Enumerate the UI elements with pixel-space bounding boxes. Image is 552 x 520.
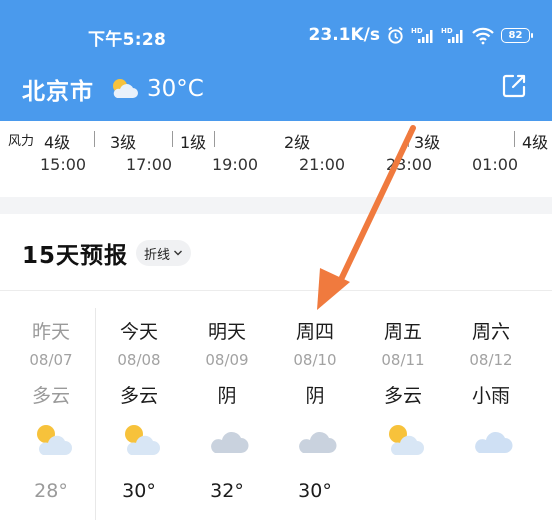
wind-divider <box>172 131 173 147</box>
view-toggle-label: 折线 <box>144 247 171 263</box>
wifi-icon <box>472 27 494 44</box>
day-name: 周六 <box>471 321 510 343</box>
day-name: 昨天 <box>31 321 70 343</box>
partly-cloudy-icon <box>389 425 424 455</box>
wind-divider <box>514 131 515 147</box>
day-name: 明天 <box>207 321 246 343</box>
current-temperature: 30°C <box>147 76 204 102</box>
overcast-icon <box>299 431 337 453</box>
wind-label: 风力 <box>8 134 35 149</box>
day-name: 周四 <box>295 321 334 343</box>
partly-cloudy-icon <box>113 79 138 98</box>
partly-cloudy-icon <box>37 425 72 455</box>
status-bar-right: 23.1K/s HD HD 82 <box>308 25 533 45</box>
hd-signal-icon: HD <box>411 27 433 43</box>
wind-level: 1级 <box>180 133 207 152</box>
day-name: 今天 <box>119 321 158 343</box>
hd-signal-icon: HD <box>441 27 463 43</box>
network-speed: 23.1K/s <box>308 25 380 45</box>
partly-cloudy-icon <box>125 425 160 455</box>
day-condition: 多云 <box>383 385 422 407</box>
wind-level: 3级 <box>110 133 137 152</box>
overcast-icon <box>211 431 249 453</box>
share-icon[interactable] <box>500 72 528 100</box>
forecast-divider <box>0 290 552 291</box>
city-name[interactable]: 北京市 <box>22 72 94 106</box>
chevron-down-icon <box>174 250 183 256</box>
wind-level: 2级 <box>284 133 311 152</box>
app-header: 下午5:28 23.1K/s HD HD 82 北京市 30°C <box>0 0 552 121</box>
wind-level: 4级 <box>522 133 549 152</box>
wind-level: 3级 <box>414 133 441 152</box>
forecast-title: 15天预报 <box>22 243 129 269</box>
alarm-icon <box>388 26 403 44</box>
hourly-forecast-strip[interactable]: 风力 4级 3级 1级 2级 3级 4级 15:00 17:00 19:00 2… <box>0 121 552 197</box>
forecast-day-5[interactable]: 周六 08/12 小雨 <box>447 292 535 520</box>
view-toggle-button[interactable]: 折线 <box>136 240 192 266</box>
wind-divider <box>214 131 215 147</box>
hour-label: 01:00 <box>472 155 519 174</box>
light-rain-icon <box>475 431 513 453</box>
forecast-day-0[interactable]: 昨天 08/07 多云 28° <box>7 292 95 520</box>
forecast-day-3[interactable]: 周四 08/10 阴 30° <box>271 292 359 520</box>
day-condition: 阴 <box>217 385 237 407</box>
forecast-day-4[interactable]: 周五 08/11 多云 <box>359 292 447 520</box>
wind-level: 4级 <box>44 133 71 152</box>
section-divider <box>0 197 552 214</box>
day-condition: 多云 <box>119 385 158 407</box>
day-date: 08/11 <box>381 351 425 369</box>
forecast-day-2[interactable]: 明天 08/09 阴 32° <box>183 292 271 520</box>
day-condition: 多云 <box>31 385 70 407</box>
day-temperature: 28° <box>34 480 68 502</box>
day-date: 08/09 <box>205 351 249 369</box>
day-date: 08/07 <box>29 351 73 369</box>
hour-label: 19:00 <box>212 155 259 174</box>
day-condition: 小雨 <box>471 385 510 407</box>
city-selector[interactable]: 北京市 30°C <box>22 72 204 106</box>
day-name: 周五 <box>383 321 422 343</box>
wind-divider <box>94 131 95 147</box>
battery-level: 82 <box>508 29 523 41</box>
battery-icon: 82 <box>501 27 533 43</box>
hour-label: 21:00 <box>299 155 346 174</box>
day-temperature: 32° <box>210 480 244 502</box>
day-temperature: 30° <box>298 480 332 502</box>
day-temperature: 30° <box>122 480 156 502</box>
status-time: 下午5:28 <box>88 30 167 50</box>
day-date: 08/10 <box>293 351 337 369</box>
day-date: 08/08 <box>117 351 161 369</box>
hour-label: 17:00 <box>126 155 173 174</box>
wind-divider <box>408 131 409 147</box>
svg-text:HD: HD <box>441 27 453 35</box>
svg-text:HD: HD <box>411 27 423 35</box>
day-date: 08/12 <box>469 351 513 369</box>
day-condition: 阴 <box>305 385 325 407</box>
hour-label: 15:00 <box>40 155 87 174</box>
hour-label: 23:00 <box>386 155 433 174</box>
forecast-day-1[interactable]: 今天 08/08 多云 30° <box>95 292 183 520</box>
